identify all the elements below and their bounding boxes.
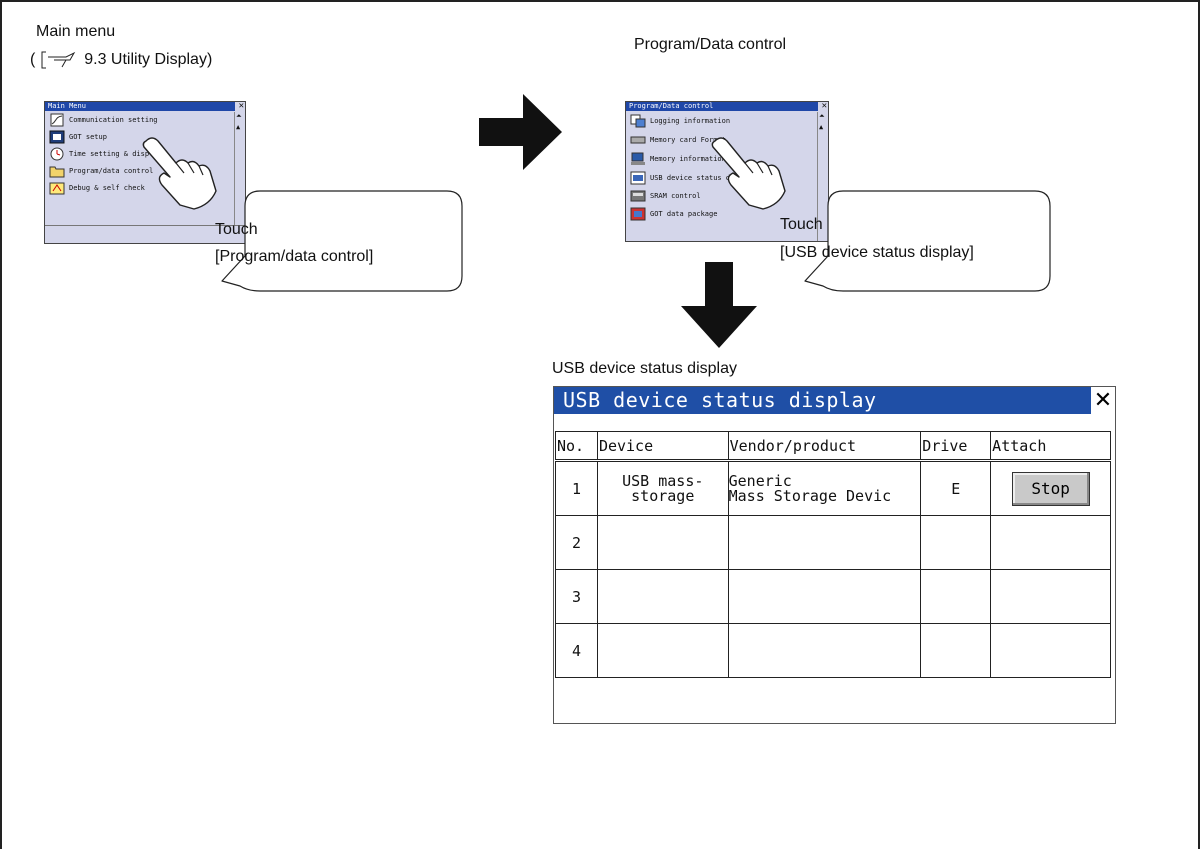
row-number: 1 bbox=[555, 460, 598, 516]
menu-item-debug[interactable]: Debug & self check bbox=[49, 180, 145, 197]
header-attach: Attach bbox=[990, 431, 1111, 462]
memory-info-icon bbox=[630, 152, 646, 166]
clock-icon bbox=[49, 147, 65, 161]
header-device: Device bbox=[596, 431, 729, 462]
menu-item-sram-control[interactable]: SRAM control bbox=[630, 188, 701, 205]
menu-item-logging[interactable]: Logging information bbox=[630, 113, 730, 130]
reference-note: ( 9.3 Utility Display) bbox=[30, 51, 212, 69]
device-line-2: storage bbox=[631, 486, 695, 505]
reference-text: 9.3 Utility Display) bbox=[84, 51, 213, 69]
row-number: 3 bbox=[555, 569, 598, 624]
scroll-top-icon[interactable]: ⏶ bbox=[819, 113, 825, 120]
row-number: 4 bbox=[555, 623, 598, 678]
scroll-top-icon[interactable]: ⏶ bbox=[236, 113, 242, 120]
vendor-cell bbox=[727, 569, 922, 624]
drive-cell bbox=[920, 623, 992, 678]
vendor-cell bbox=[727, 515, 922, 570]
attach-cell: Stop bbox=[990, 460, 1111, 516]
reference-open: ( bbox=[30, 51, 36, 69]
scroll-up-icon[interactable]: ▲ bbox=[236, 124, 240, 131]
callout-1-target: [Program/data control] bbox=[215, 248, 374, 265]
folder-icon bbox=[49, 164, 65, 178]
header-vendor: Vendor/product bbox=[727, 431, 922, 462]
usb-screen-title: USB device status display bbox=[554, 387, 1091, 414]
table-row: 3 bbox=[555, 569, 1111, 624]
main-menu-label: Main menu bbox=[36, 23, 116, 40]
device-cell bbox=[596, 515, 729, 570]
hand-pointer-icon bbox=[711, 137, 786, 210]
communication-icon bbox=[49, 113, 65, 127]
table-row: 4 bbox=[555, 623, 1111, 678]
sram-icon bbox=[630, 189, 646, 203]
header-drive: Drive bbox=[920, 431, 992, 462]
usb-status-screen: USB device status display ✕ No. Device V… bbox=[553, 386, 1116, 724]
attach-cell bbox=[990, 569, 1111, 624]
close-icon[interactable]: ✕ bbox=[822, 102, 827, 111]
drive-cell: E bbox=[920, 460, 992, 516]
usb-device-table: No. Device Vendor/product Drive Attach 1… bbox=[555, 431, 1111, 678]
program-data-label: Program/Data control bbox=[634, 36, 787, 53]
callout-1-touch: Touch bbox=[215, 221, 258, 238]
drive-cell bbox=[920, 515, 992, 570]
attach-cell bbox=[990, 515, 1111, 570]
menu-item-got-setup[interactable]: GOT setup bbox=[49, 129, 107, 146]
callout-2-target: [USB device status display] bbox=[780, 244, 974, 261]
scroll-up-icon[interactable]: ▲ bbox=[819, 124, 823, 131]
usb-icon bbox=[630, 171, 646, 185]
hand-pointer-icon bbox=[142, 137, 217, 210]
close-button[interactable]: ✕ bbox=[1092, 388, 1114, 412]
vendor-cell: Generic Mass Storage Devic bbox=[727, 460, 922, 516]
callout-2-touch: Touch bbox=[780, 216, 823, 233]
menu-item-communication[interactable]: Communication setting bbox=[49, 112, 158, 129]
close-icon[interactable]: ✕ bbox=[239, 102, 244, 111]
main-menu-title: Main Menu bbox=[45, 102, 235, 111]
drive-cell bbox=[920, 569, 992, 624]
got-data-icon bbox=[630, 207, 646, 221]
vendor-cell bbox=[727, 623, 922, 678]
program-data-title: Program/Data control bbox=[626, 102, 818, 111]
got-setup-icon bbox=[49, 130, 65, 144]
reference-pointer-icon bbox=[40, 51, 80, 69]
logging-icon bbox=[630, 114, 646, 128]
attach-cell bbox=[990, 623, 1111, 678]
device-cell bbox=[596, 623, 729, 678]
row-number: 2 bbox=[555, 515, 598, 570]
vendor-line-2: Mass Storage Devic bbox=[728, 486, 892, 505]
table-header-row: No. Device Vendor/product Drive Attach bbox=[555, 431, 1111, 462]
device-cell: USB mass- storage bbox=[596, 460, 729, 516]
header-no: No. bbox=[555, 431, 598, 462]
device-cell bbox=[596, 569, 729, 624]
right-arrow-icon bbox=[479, 94, 562, 170]
stop-button[interactable]: Stop bbox=[1011, 471, 1090, 506]
table-row: 2 bbox=[555, 515, 1111, 570]
table-row: 1 USB mass- storage Generic Mass Storage… bbox=[555, 460, 1111, 516]
debug-icon bbox=[49, 181, 65, 195]
memory-card-icon bbox=[630, 133, 646, 147]
usb-status-label: USB device status display bbox=[552, 360, 737, 377]
